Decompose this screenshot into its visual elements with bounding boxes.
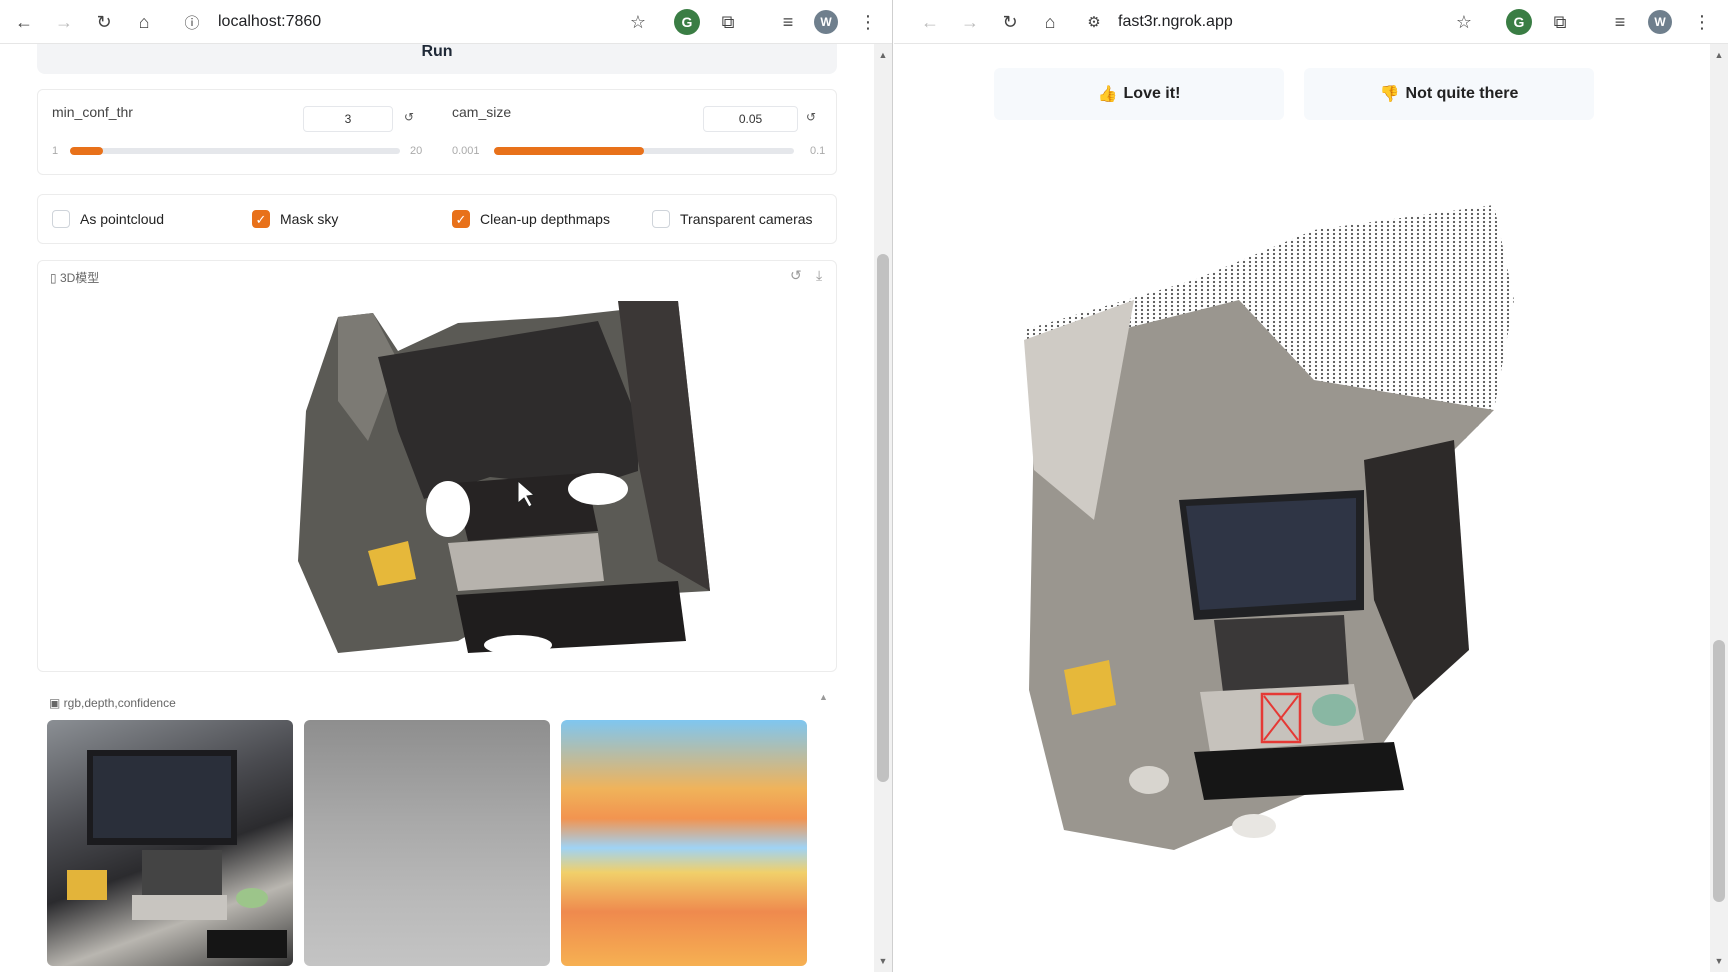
min-label: 1 (52, 145, 59, 157)
rgb-thumbnail[interactable] (47, 720, 293, 966)
clean-up-depthmaps-checkbox[interactable]: ✓ (452, 210, 470, 228)
extensions-icon[interactable]: ⧉ (712, 6, 744, 38)
scroll-up-icon[interactable]: ▲ (878, 50, 888, 60)
transparent-cameras-checkbox[interactable] (652, 210, 670, 228)
gallery-panel: ▣ rgb,depth,confidence ▲ (37, 690, 837, 972)
cam-size-label: cam_size (452, 104, 512, 120)
address-bar[interactable]: localhost:7860 (218, 6, 321, 38)
pointcloud-viewer[interactable] (894, 0, 1728, 972)
as-pointcloud-checkbox[interactable] (52, 210, 70, 228)
run-button[interactable]: Run (37, 44, 837, 74)
page-content: Run min_conf_thr 3 ↺ 1 20 cam_size 0.05 … (0, 44, 892, 972)
home-icon[interactable]: ⌂ (128, 6, 160, 38)
scroll-down-icon[interactable]: ▼ (878, 956, 888, 966)
mask-sky-checkbox[interactable]: ✓ (252, 210, 270, 228)
forward-icon[interactable]: → (48, 6, 80, 38)
scroll-down-icon[interactable]: ▼ (1714, 956, 1724, 966)
reload-icon[interactable]: ↻ (88, 6, 120, 38)
min-conf-thr-slider[interactable] (70, 148, 400, 154)
scrollbar-thumb[interactable] (1713, 640, 1725, 902)
gallery-label: ▣ rgb,depth,confidence (45, 694, 180, 712)
min-conf-thr-input[interactable]: 3 (303, 106, 393, 132)
slider-fill (494, 147, 644, 155)
right-browser-window: ← → ↻ ⌂ ⚙ fast3r.ngrok.app ☆ G ⧉ ≡ W ⋮ 👍… (894, 0, 1728, 972)
cam-size-input[interactable]: 0.05 (703, 106, 798, 132)
slider-fill (70, 147, 103, 155)
info-icon[interactable]: ⓘ (176, 6, 208, 38)
min-label: 0.001 (452, 145, 480, 157)
max-label: 0.1 (810, 145, 826, 157)
profile-avatar[interactable]: W (814, 10, 838, 34)
page-scrollbar[interactable]: ▲ ▼ (874, 44, 892, 972)
reset-icon[interactable]: ↺ (404, 110, 414, 124)
model-3d-viewer[interactable] (38, 261, 838, 673)
sliders-panel: min_conf_thr 3 ↺ 1 20 cam_size 0.05 ↺ 0.… (37, 89, 837, 175)
bookmark-star-icon[interactable]: ☆ (622, 6, 654, 38)
min-conf-thr-label: min_conf_thr (52, 104, 133, 120)
clean-up-depthmaps-label[interactable]: Clean-up depthmaps (480, 211, 610, 227)
browser-toolbar: ← → ↻ ⌂ ⓘ localhost:7860 ☆ G ⧉ ≡ W ⋮ (0, 0, 892, 44)
left-browser-window: ← → ↻ ⌂ ⓘ localhost:7860 ☆ G ⧉ ≡ W ⋮ Run… (0, 0, 893, 972)
back-icon[interactable]: ← (8, 6, 40, 38)
media-icon[interactable]: ≡ (772, 6, 804, 38)
scroll-up-icon[interactable]: ▲ (1714, 50, 1724, 60)
transparent-cameras-label[interactable]: Transparent cameras (680, 211, 813, 227)
scrollbar-thumb[interactable] (877, 254, 889, 782)
scroll-up-icon[interactable]: ▲ (819, 692, 828, 702)
mask-sky-label[interactable]: Mask sky (280, 211, 338, 227)
model-3d-panel: ▯ 3D模型 ↺ ⤓ (37, 260, 837, 672)
page-scrollbar[interactable]: ▲ ▼ (1710, 44, 1728, 972)
grammarly-icon[interactable]: G (674, 9, 700, 35)
as-pointcloud-label[interactable]: As pointcloud (80, 211, 164, 227)
reset-icon[interactable]: ↺ (806, 110, 816, 124)
options-panel: As pointcloud ✓ Mask sky ✓ Clean-up dept… (37, 194, 837, 244)
menu-icon[interactable]: ⋮ (852, 6, 884, 38)
depth-thumbnail[interactable] (304, 720, 550, 966)
image-icon: ▣ (49, 696, 64, 710)
gallery-title: rgb,depth,confidence (63, 696, 176, 710)
rgb-image (67, 750, 287, 958)
max-label: 20 (410, 145, 423, 157)
confidence-thumbnail[interactable] (561, 720, 807, 966)
